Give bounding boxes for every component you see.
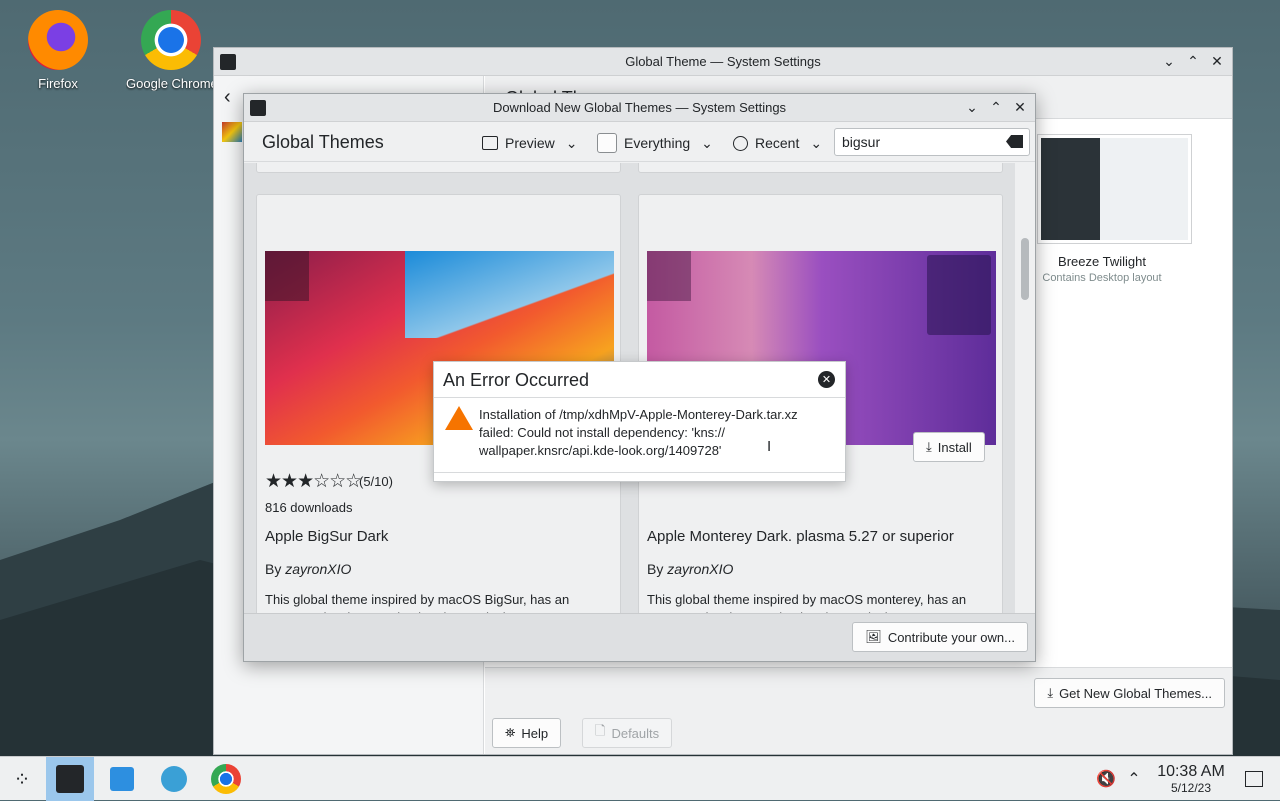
dialog-window-title: Download New Global Themes — System Sett… [492,100,787,115]
theme-title[interactable]: Apple BigSur Dark [265,528,388,545]
card-top-left [256,163,621,173]
taskbar-system-settings[interactable] [46,757,94,801]
author-name[interactable]: zayronXIO [667,561,733,577]
sidebar-item-icon[interactable] [222,122,242,142]
close-icon[interactable]: ✕ [1011,98,1029,116]
close-icon[interactable]: ✕ [1208,52,1226,70]
theme-card-breeze-twilight[interactable]: Breeze Twilight Contains Desktop layout [1037,134,1197,284]
chevron-up-icon[interactable]: ⌃ [1118,763,1150,795]
get-new-themes-button[interactable]: ⤓ Get New Global Themes... [1034,678,1225,708]
scrollbar[interactable] [1021,163,1029,615]
install-button[interactable]: ⤓ Install [913,432,985,462]
dialog-heading: Global Themes [262,132,384,152]
dialog-toolbar: Global Themes Preview ⌄ Everything ⌄ Rec… [244,122,1035,162]
chrome-icon [141,10,201,70]
settings-app-icon [250,100,266,116]
chevron-down-icon: ⌄ [701,134,713,151]
sort-dropdown[interactable]: Recent ⌄ [733,130,822,156]
error-title: An Error Occurred [443,370,590,390]
error-message: Installation of /tmp/xdhMpV-Apple-Monter… [479,407,798,458]
theme-description: This global theme inspired by macOS BigS… [265,592,600,615]
discover-store-icon[interactable] [106,763,138,795]
back-icon[interactable]: ‹ [224,86,231,109]
clock-time: 10:38 AM [1157,763,1225,780]
main-window-title: Global Theme — System Settings [625,54,821,69]
search-input[interactable]: bigsur [834,128,1030,156]
desktop-icon-label: Firefox [38,76,78,91]
close-icon[interactable]: ✕ [818,371,835,388]
text-cursor-icon: I [767,438,772,455]
taskbar: ⁘ 🔇 ⌃ 10:38 AM 5/12/23 [0,756,1280,801]
theme-subtitle: Contains Desktop layout [1042,272,1162,284]
defaults-button[interactable]: 🗋 Defaults [582,718,673,748]
image-add-icon: 🖼 [865,629,882,644]
chrome-icon[interactable] [210,763,242,795]
download-count: 816 downloads [265,500,353,515]
theme-description: This global theme inspired by macOS mont… [647,592,982,615]
checkbox-icon [597,133,617,153]
desktop-icon-label: Google Chrome [126,76,216,91]
maximize-icon[interactable]: ⌃ [1184,52,1202,70]
file-manager-icon[interactable] [158,763,190,795]
defaults-icon: 🗋 [595,723,606,738]
minimize-icon[interactable]: ⌄ [963,98,981,116]
help-icon: ⛯ [505,725,516,740]
clock-icon [733,135,748,151]
image-icon [482,136,498,150]
show-desktop-icon[interactable] [1238,763,1270,795]
view-mode-dropdown[interactable]: Preview ⌄ [482,130,578,156]
firefox-icon [28,10,88,70]
scrollbar-handle[interactable] [1021,238,1029,300]
help-button[interactable]: ⛯ Help [492,718,562,748]
desktop-icon-chrome[interactable]: Google Chrome [126,10,216,91]
theme-name: Breeze Twilight [1058,254,1146,269]
clock-widget[interactable]: 10:38 AM 5/12/23 [1150,763,1232,795]
maximize-icon[interactable]: ⌃ [987,98,1005,116]
rating-stars: ★★★☆☆☆ [265,471,362,492]
desktop-icon-firefox[interactable]: Firefox [12,10,104,91]
clear-search-icon[interactable] [1006,135,1023,148]
download-icon: ⤓ [926,439,932,454]
main-titlebar: Global Theme — System Settings ⌄ ⌃ ✕ [214,48,1232,76]
theme-preview [1037,134,1192,244]
clock-date: 5/12/23 [1170,781,1212,795]
app-launcher-icon[interactable]: ⁘ [6,763,38,795]
author-line: By zayronXIO [647,561,734,577]
error-body: Installation of /tmp/xdhMpV-Apple-Monter… [434,397,845,473]
settings-app-icon [220,54,236,70]
warning-icon [445,406,473,430]
rating-value: (5/10) [359,474,393,489]
theme-title[interactable]: Apple Monterey Dark. plasma 5.27 or supe… [647,528,954,545]
dialog-footer: 🖼 Contribute your own... [244,613,1035,661]
error-dialog: An Error Occurred ✕ Installation of /tmp… [433,361,846,482]
card-top-right [638,163,1003,173]
download-icon: ⤓ [1047,685,1054,700]
chevron-down-icon: ⌄ [810,134,823,151]
author-name[interactable]: zayronXIO [285,561,351,577]
filter-dropdown[interactable]: Everything ⌄ [597,130,713,156]
minimize-icon[interactable]: ⌄ [1160,52,1178,70]
dialog-titlebar: Download New Global Themes — System Sett… [244,94,1035,122]
contribute-button[interactable]: 🖼 Contribute your own... [852,622,1028,652]
chevron-down-icon: ⌄ [565,134,578,151]
settings-app-icon [56,765,84,793]
author-line: By zayronXIO [265,561,352,577]
